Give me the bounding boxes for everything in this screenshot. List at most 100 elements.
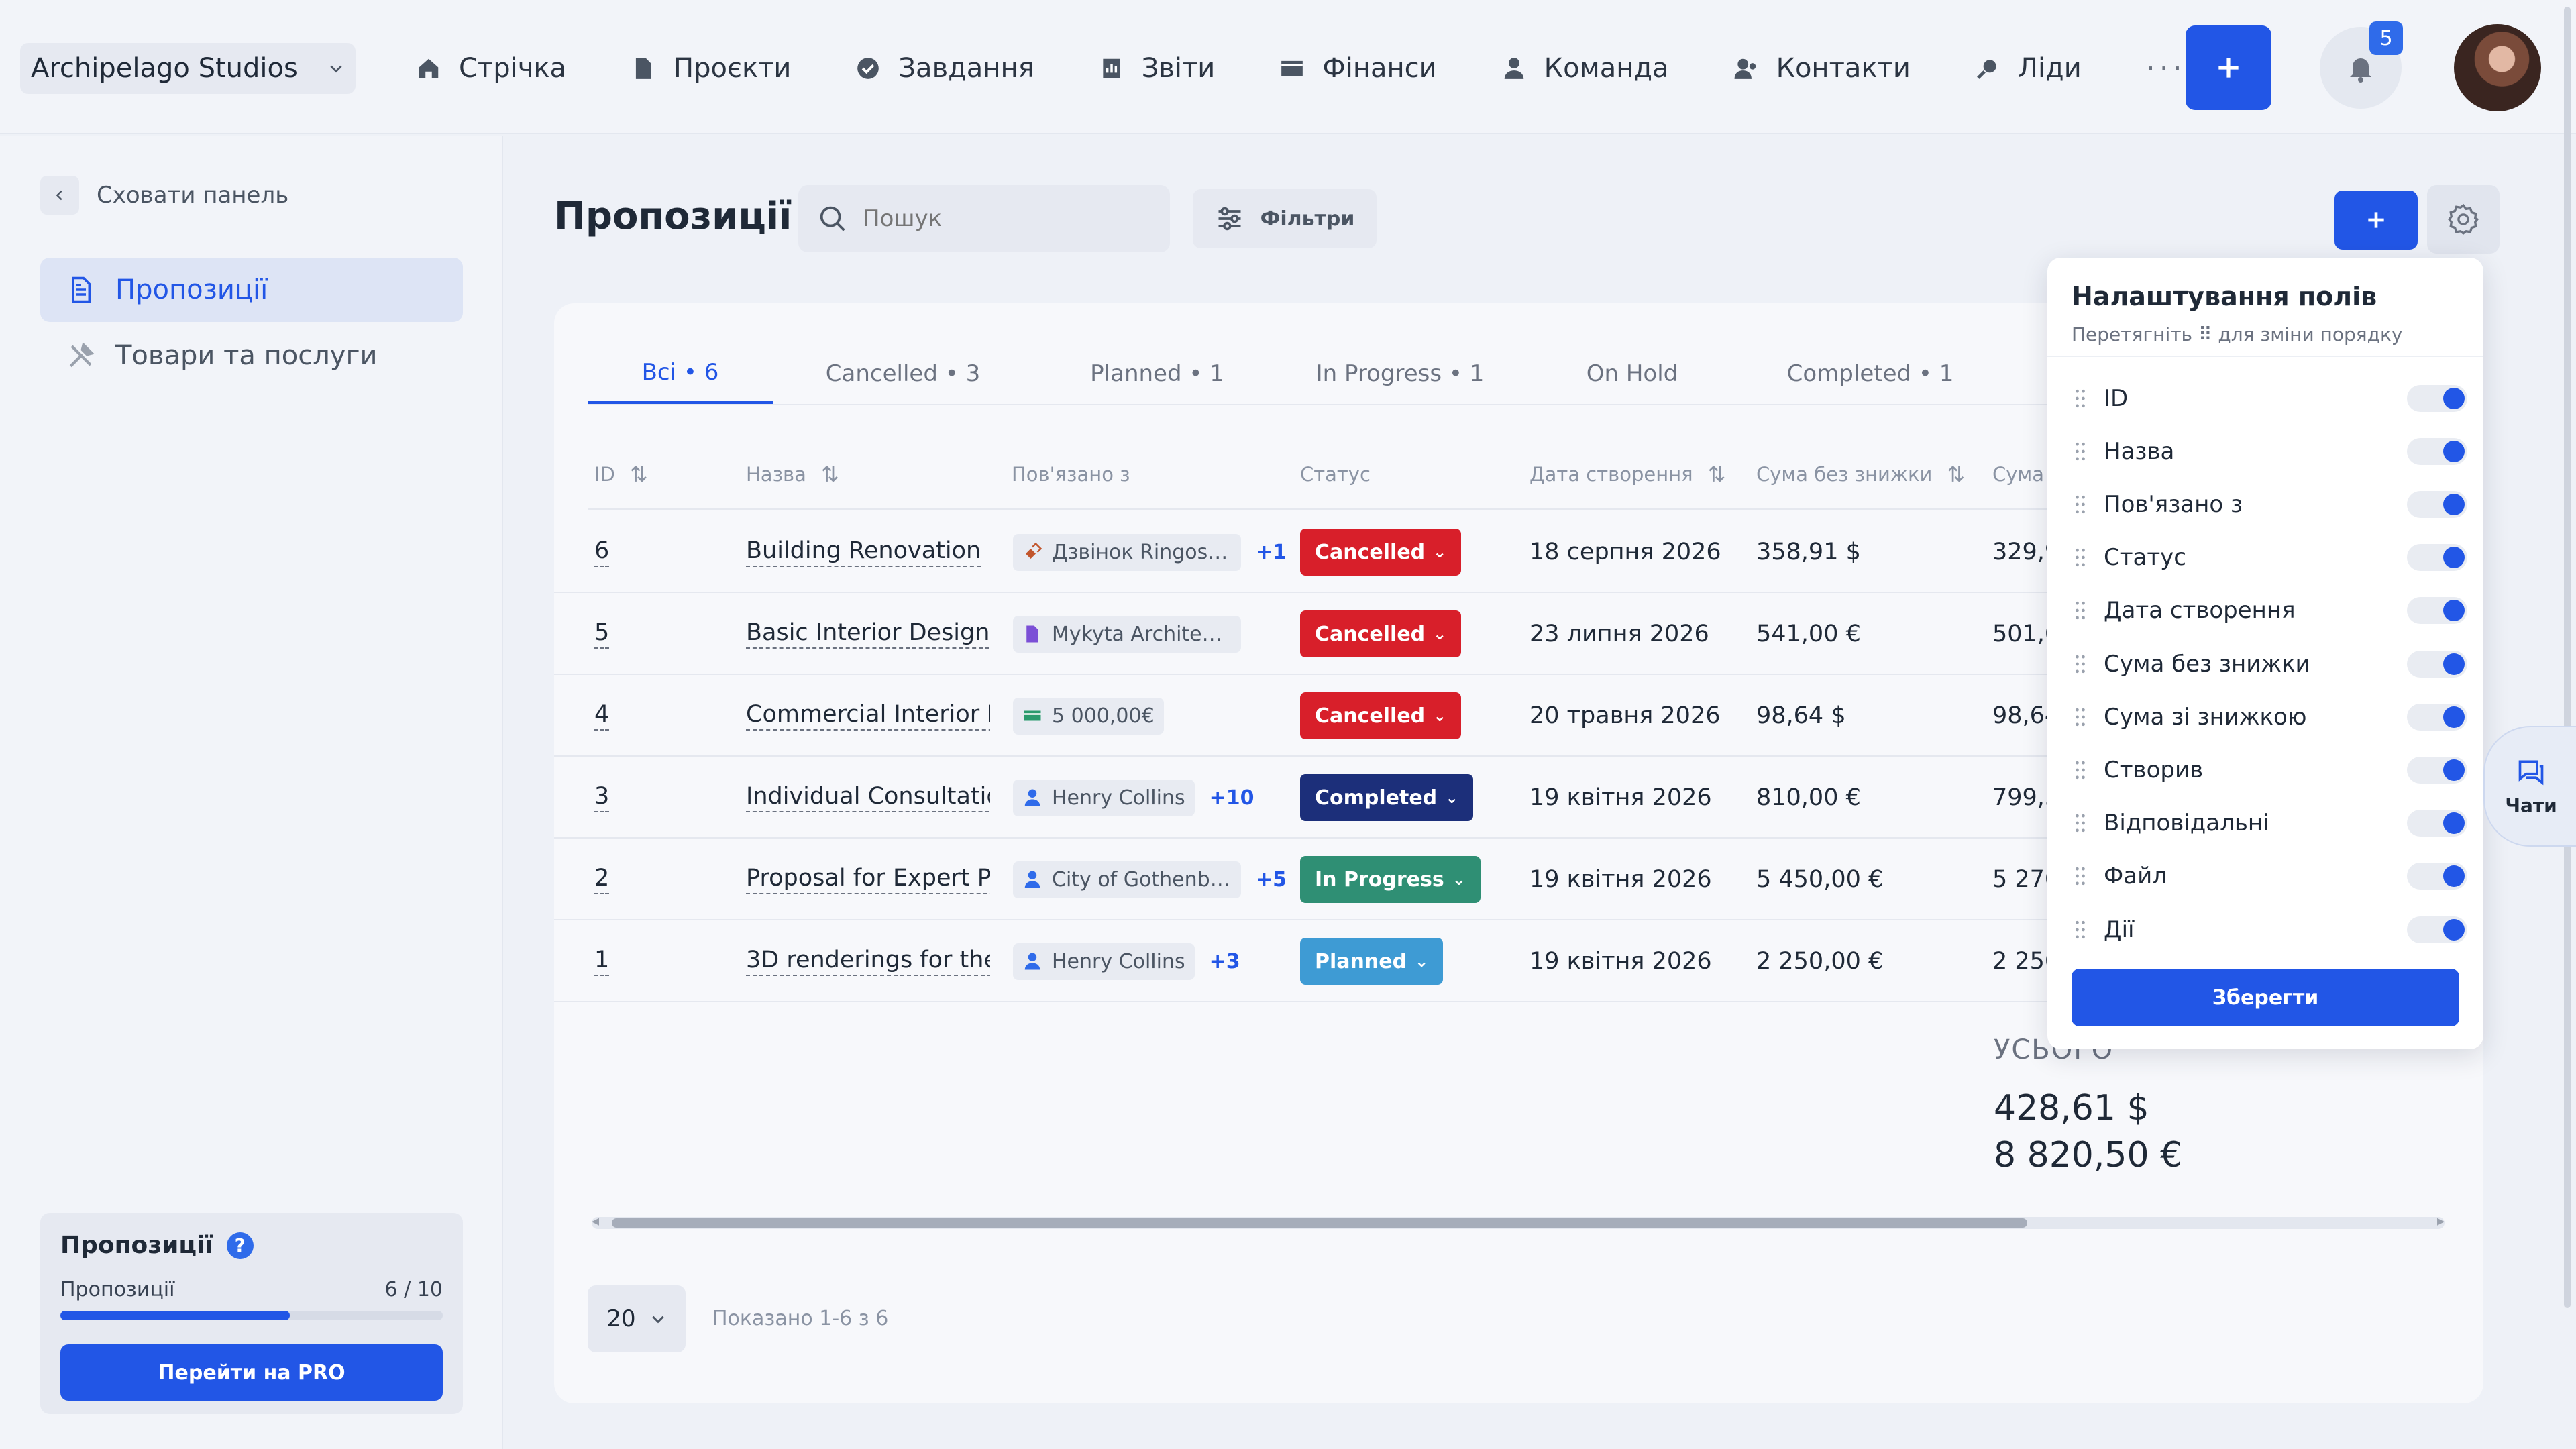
related-more[interactable]: +5 [1256, 868, 1287, 892]
nav-leads[interactable]: Ліди [1975, 53, 2082, 84]
related-chip[interactable]: City of Gothenbu... [1013, 861, 1241, 898]
column-sum-no-discount[interactable]: Сума без знижки ⇅ [1756, 444, 1965, 504]
drag-handle-icon[interactable] [2074, 866, 2086, 886]
sort-icon[interactable]: ⇅ [1708, 462, 1726, 487]
global-add-button[interactable] [2186, 25, 2271, 110]
row-id-link[interactable]: 6 [594, 537, 610, 567]
drag-handle-icon[interactable] [2074, 760, 2086, 780]
scroll-left-icon[interactable]: ◂ [592, 1213, 599, 1230]
field-settings-button[interactable] [2427, 185, 2500, 254]
related-chip[interactable]: 5 000,00€ [1013, 697, 1164, 735]
chevron-down-icon: ⌄ [1433, 543, 1447, 561]
related-more[interactable]: +3 [1210, 950, 1240, 973]
field-toggle[interactable] [2407, 437, 2467, 465]
related-chip[interactable]: Henry Collins [1013, 943, 1195, 980]
row-name-link[interactable]: Building Renovation [746, 537, 981, 567]
status-dropdown[interactable]: Planned ⌄ [1300, 938, 1444, 985]
status-dropdown[interactable]: Completed ⌄ [1300, 774, 1474, 821]
hide-panel-button[interactable]: Сховати панель [40, 176, 288, 215]
horizontal-scrollbar[interactable]: ◂ ▸ [592, 1213, 2445, 1230]
column-name[interactable]: Назва ⇅ [746, 444, 839, 504]
related-chip[interactable]: Дзвінок Ringostat [1013, 533, 1241, 571]
nav-finance[interactable]: Фінанси [1279, 53, 1437, 84]
status-dropdown[interactable]: Cancelled ⌄ [1300, 692, 1462, 739]
related-more[interactable]: +10 [1210, 786, 1254, 810]
row-name-link[interactable]: Commercial Interior De [746, 701, 990, 731]
save-button[interactable]: Зберегти [2072, 969, 2459, 1026]
nav-feed[interactable]: Стрічка [416, 53, 566, 84]
page-size-select[interactable]: 20 [588, 1285, 686, 1352]
drag-handle-icon[interactable] [2074, 600, 2086, 621]
drag-handle-icon[interactable] [2074, 707, 2086, 727]
row-related: City of Gothenbu... +5 [1013, 839, 1295, 920]
drag-handle-icon[interactable] [2074, 388, 2086, 409]
sort-icon[interactable]: ⇅ [821, 462, 839, 487]
field-toggle[interactable] [2407, 597, 2467, 625]
row-id-link[interactable]: 4 [594, 701, 610, 731]
nav-reports[interactable]: Звіти [1099, 53, 1215, 84]
drag-handle-icon[interactable] [2074, 547, 2086, 568]
search-input[interactable] [863, 205, 1144, 232]
user-avatar[interactable] [2454, 24, 2541, 111]
tab-on-hold[interactable]: On Hold [1519, 343, 1746, 404]
status-dropdown[interactable]: Cancelled ⌄ [1300, 529, 1462, 576]
row-id-link[interactable]: 1 [594, 947, 610, 976]
column-id[interactable]: ID ⇅ [594, 444, 648, 504]
drag-handle-icon[interactable] [2074, 813, 2086, 833]
scrollbar-thumb[interactable] [612, 1218, 2027, 1228]
upgrade-pro-button[interactable]: Перейти на PRO [60, 1344, 443, 1401]
row-id-link[interactable]: 3 [594, 783, 610, 812]
related-chip[interactable]: Henry Collins [1013, 779, 1195, 816]
related-more[interactable]: +1 [1256, 541, 1287, 564]
page-scrollbar[interactable] [2564, 7, 2571, 1308]
status-dropdown[interactable]: In Progress ⌄ [1300, 856, 1481, 903]
workspace-switcher[interactable]: Archipelago Studios [20, 43, 356, 94]
scroll-right-icon[interactable]: ▸ [2437, 1213, 2445, 1230]
field-toggle[interactable] [2407, 384, 2467, 412]
sidebar-item-proposals[interactable]: Пропозиції [40, 258, 463, 322]
row-name-link[interactable]: Individual Consultation [746, 783, 990, 812]
related-chip[interactable]: Mykyta Architec... [1013, 615, 1241, 653]
sort-icon[interactable]: ⇅ [1947, 462, 1965, 487]
tab-all[interactable]: Всі • 6 [588, 343, 773, 404]
field-toggle[interactable] [2407, 490, 2467, 518]
row-id-link[interactable]: 2 [594, 865, 610, 894]
row-date: 18 серпня 2026 [1529, 539, 1721, 566]
add-proposal-button[interactable] [2334, 191, 2418, 250]
drag-handle-icon[interactable] [2074, 441, 2086, 462]
check-circle-icon [857, 58, 879, 79]
nav-tasks[interactable]: Завдання [855, 53, 1034, 84]
chats-button[interactable]: Чати [2483, 726, 2576, 847]
tab-planned[interactable]: Planned • 1 [1033, 343, 1281, 404]
drag-handle-icon[interactable] [2074, 654, 2086, 674]
nav-projects[interactable]: Проєкти [631, 53, 791, 84]
tab-completed[interactable]: Completed • 1 [1746, 343, 1995, 404]
nav-team[interactable]: Команда [1501, 53, 1669, 84]
row-name-link[interactable]: Basic Interior Design [746, 619, 990, 649]
field-toggle[interactable] [2407, 756, 2467, 784]
help-icon[interactable]: ? [226, 1232, 254, 1259]
drag-handle-icon[interactable] [2074, 494, 2086, 515]
sort-icon[interactable]: ⇅ [630, 462, 648, 487]
field-toggle[interactable] [2407, 703, 2467, 731]
row-name-link[interactable]: Proposal for Expert Pr [746, 865, 990, 894]
tab-in-progress[interactable]: In Progress • 1 [1281, 343, 1519, 404]
pagination-info: Показано 1-6 з 6 [712, 1307, 889, 1330]
row-date: 19 квітня 2026 [1529, 948, 1712, 975]
nav-contacts[interactable]: Контакти [1733, 53, 1911, 84]
status-dropdown[interactable]: Cancelled ⌄ [1300, 610, 1462, 657]
nav-more-button[interactable]: ··· [2146, 52, 2186, 86]
column-created[interactable]: Дата створення ⇅ [1529, 444, 1725, 504]
field-toggle[interactable] [2407, 544, 2467, 572]
field-toggle[interactable] [2407, 810, 2467, 837]
field-toggle[interactable] [2407, 650, 2467, 678]
filters-button[interactable]: Фільтри [1193, 189, 1377, 248]
tab-cancelled[interactable]: Cancelled • 3 [773, 343, 1033, 404]
search-box[interactable] [798, 185, 1170, 252]
field-toggle[interactable] [2407, 863, 2467, 890]
row-name-link[interactable]: 3D renderings for the [746, 947, 990, 976]
field-toggle[interactable] [2407, 916, 2467, 943]
drag-handle-icon[interactable] [2074, 920, 2086, 940]
sidebar-item-products[interactable]: Товари та послуги [40, 323, 463, 388]
row-id-link[interactable]: 5 [594, 619, 610, 649]
